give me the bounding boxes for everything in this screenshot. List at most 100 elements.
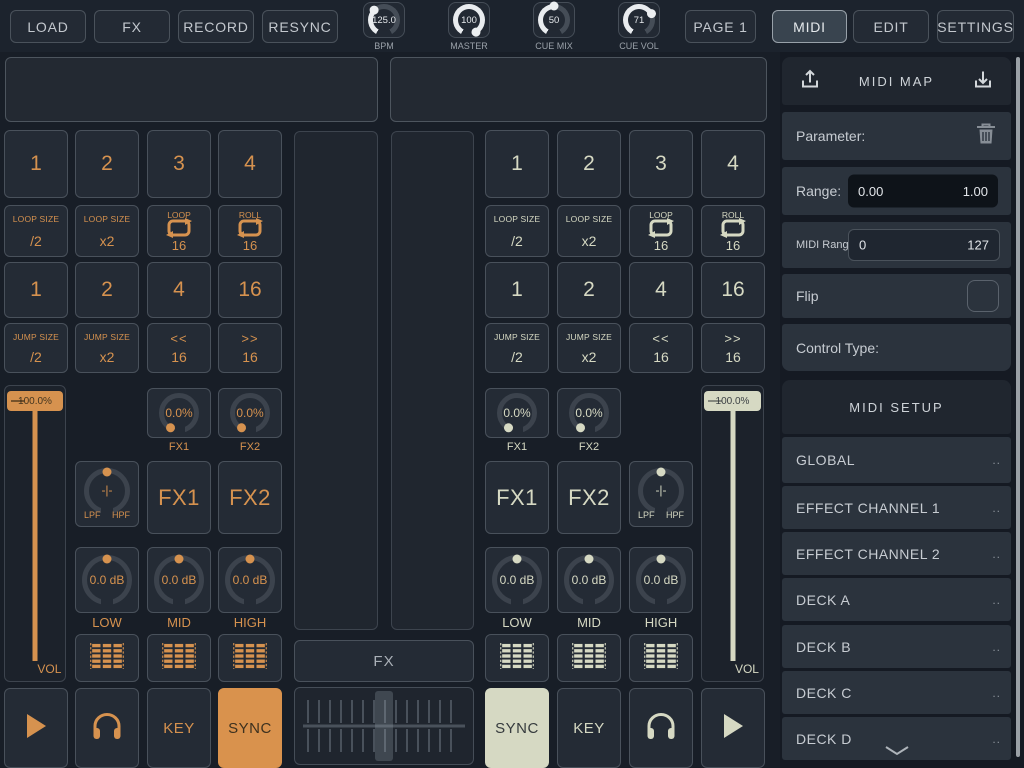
deck-a-jump-forward-button[interactable]: >> 16: [218, 323, 282, 373]
deck-a-loop-button[interactable]: LOOP 16: [147, 205, 211, 257]
deck-b-jump-double-button[interactable]: JUMP SIZE x2: [557, 323, 621, 373]
bpm-knob[interactable]: 125.0 BPM: [363, 2, 405, 38]
deck-b-sync-button-active[interactable]: SYNC: [485, 688, 549, 768]
setup-row-effect-channel-2[interactable]: EFFECT CHANNEL 2 ..: [782, 532, 1011, 575]
deck-a-eq-low-knob[interactable]: 0.0 dB: [75, 547, 139, 613]
deck-a-sync-button-active[interactable]: SYNC: [218, 688, 282, 768]
crossfader-handle[interactable]: [375, 691, 393, 761]
master-knob[interactable]: 100 MASTER: [448, 2, 490, 38]
deck-b-jump-pad-16[interactable]: 16: [701, 262, 765, 318]
deck-b-roll-button[interactable]: ROLL 16: [701, 205, 765, 257]
deck-b-jump-pad-4[interactable]: 4: [629, 262, 693, 318]
setup-row-effect-channel-1[interactable]: EFFECT CHANNEL 1 ..: [782, 486, 1011, 529]
deck-b-jump-back-button[interactable]: << 16: [629, 323, 693, 373]
deck-b-loop-button[interactable]: LOOP 16: [629, 205, 693, 257]
deck-a-jump-back-button[interactable]: << 16: [147, 323, 211, 373]
deck-a-eq-kill-low-button[interactable]: [75, 634, 139, 682]
volume-slider-handle[interactable]: 100.0%: [7, 391, 63, 411]
range-min-value[interactable]: 0.00: [858, 184, 883, 199]
deck-a-hotcue-pad-3[interactable]: 3: [147, 130, 211, 198]
deck-b-fx1-amount-knob[interactable]: 0.0%: [485, 388, 549, 438]
export-midi-map-icon[interactable]: [798, 68, 822, 95]
edit-tab-button[interactable]: EDIT: [853, 10, 929, 43]
setup-row-deck-c[interactable]: DECK C ..: [782, 671, 1011, 714]
deck-a-key-button[interactable]: KEY: [147, 688, 211, 768]
deck-a-jump-pad-2[interactable]: 2: [75, 262, 139, 318]
setup-row-deck-d[interactable]: DECK D ..: [782, 717, 1011, 760]
deck-a-loop-half-button[interactable]: LOOP SIZE /2: [4, 205, 68, 257]
deck-b-jump-forward-button[interactable]: >> 16: [701, 323, 765, 373]
deck-b-hotcue-pad-3[interactable]: 3: [629, 130, 693, 198]
deck-a-hotcue-pad-1[interactable]: 1: [4, 130, 68, 198]
midi-tab-button[interactable]: MIDI: [772, 10, 847, 43]
crossfader[interactable]: [294, 687, 474, 765]
page-1-button[interactable]: PAGE 1: [685, 10, 756, 43]
settings-tab-button[interactable]: SETTINGS: [937, 10, 1014, 43]
deck-b-loop-double-button[interactable]: LOOP SIZE x2: [557, 205, 621, 257]
deck-b-fx2-amount-knob[interactable]: 0.0%: [557, 388, 621, 438]
fx-toggle-button[interactable]: FX: [94, 10, 170, 43]
scroll-down-chevron-icon[interactable]: [884, 744, 910, 759]
load-button[interactable]: LOAD: [10, 10, 86, 43]
deck-b-eq-kill-mid-button[interactable]: [557, 634, 621, 682]
deck-a-loop-double-button[interactable]: LOOP SIZE x2: [75, 205, 139, 257]
deck-a-jump-half-button[interactable]: JUMP SIZE /2: [4, 323, 68, 373]
deck-b-eq-kill-high-button[interactable]: [629, 634, 693, 682]
deck-b-hotcue-pad-4[interactable]: 4: [701, 130, 765, 198]
deck-b-eq-mid-knob[interactable]: 0.0 dB: [557, 547, 621, 613]
deck-a-eq-mid-knob[interactable]: 0.0 dB: [147, 547, 211, 613]
setup-row-deck-a[interactable]: DECK A ..: [782, 578, 1011, 621]
resync-button[interactable]: RESYNC: [262, 10, 338, 43]
deck-a-volume-slider[interactable]: 100.0% VOL: [4, 385, 66, 682]
control-type-row[interactable]: Control Type:: [782, 324, 1011, 371]
deck-b-hotcue-pad-2[interactable]: 2: [557, 130, 621, 198]
deck-b-headphone-cue-button[interactable]: [629, 688, 693, 768]
midi-range-input[interactable]: 0 127: [848, 229, 1000, 261]
deck-b-fx2-button[interactable]: FX2: [557, 461, 621, 534]
cue-vol-knob[interactable]: 71 CUE VOL: [618, 2, 660, 38]
record-button[interactable]: RECORD: [178, 10, 254, 43]
deck-a-eq-kill-high-button[interactable]: [218, 634, 282, 682]
deck-a-hotcue-pad-2[interactable]: 2: [75, 130, 139, 198]
flip-checkbox[interactable]: [967, 280, 999, 312]
deck-a-filter-knob[interactable]: -|- LPF HPF: [75, 461, 139, 527]
deck-b-jump-half-button[interactable]: JUMP SIZE /2: [485, 323, 549, 373]
deck-b-hotcue-pad-1[interactable]: 1: [485, 130, 549, 198]
deck-a-fx2-amount-knob[interactable]: 0.0%: [218, 388, 282, 438]
setup-row-global[interactable]: GLOBAL ..: [782, 437, 1011, 483]
deck-a-roll-button[interactable]: ROLL 16: [218, 205, 282, 257]
deck-a-headphone-cue-button[interactable]: [75, 688, 139, 768]
deck-b-loop-half-button[interactable]: LOOP SIZE /2: [485, 205, 549, 257]
deck-b-waveform-display[interactable]: [390, 57, 767, 122]
range-input[interactable]: 0.00 1.00: [848, 175, 998, 208]
volume-slider-handle[interactable]: 100.0%: [704, 391, 761, 411]
import-midi-map-icon[interactable]: [971, 68, 995, 95]
delete-mapping-icon[interactable]: [975, 122, 997, 151]
setup-row-deck-b[interactable]: DECK B ..: [782, 625, 1011, 668]
range-max-value[interactable]: 1.00: [963, 184, 988, 199]
deck-b-play-button[interactable]: [701, 688, 765, 768]
mixer-fx-button[interactable]: FX: [294, 640, 474, 682]
cue-mix-knob[interactable]: 50 CUE MIX: [533, 2, 575, 38]
deck-a-eq-high-knob[interactable]: 0.0 dB: [218, 547, 282, 613]
deck-b-eq-kill-low-button[interactable]: [485, 634, 549, 682]
midi-range-max-value[interactable]: 127: [967, 238, 989, 253]
deck-a-jump-pad-16[interactable]: 16: [218, 262, 282, 318]
deck-b-eq-low-knob[interactable]: 0.0 dB: [485, 547, 549, 613]
deck-b-jump-pad-2[interactable]: 2: [557, 262, 621, 318]
deck-b-key-button[interactable]: KEY: [557, 688, 621, 768]
deck-a-fx1-button[interactable]: FX1: [147, 461, 211, 534]
deck-a-waveform-display[interactable]: [5, 57, 378, 122]
deck-b-fx1-button[interactable]: FX1: [485, 461, 549, 534]
deck-a-play-button[interactable]: [4, 688, 68, 768]
deck-a-jump-double-button[interactable]: JUMP SIZE x2: [75, 323, 139, 373]
deck-a-fx2-button[interactable]: FX2: [218, 461, 282, 534]
deck-a-fx1-amount-knob[interactable]: 0.0%: [147, 388, 211, 438]
deck-b-eq-high-knob[interactable]: 0.0 dB: [629, 547, 693, 613]
deck-a-jump-pad-4[interactable]: 4: [147, 262, 211, 318]
sidebar-scrollbar[interactable]: [1016, 57, 1020, 757]
deck-a-hotcue-pad-4[interactable]: 4: [218, 130, 282, 198]
deck-b-volume-slider[interactable]: 100.0% VOL: [701, 385, 764, 682]
deck-a-eq-kill-mid-button[interactable]: [147, 634, 211, 682]
midi-range-min-value[interactable]: 0: [859, 238, 866, 253]
